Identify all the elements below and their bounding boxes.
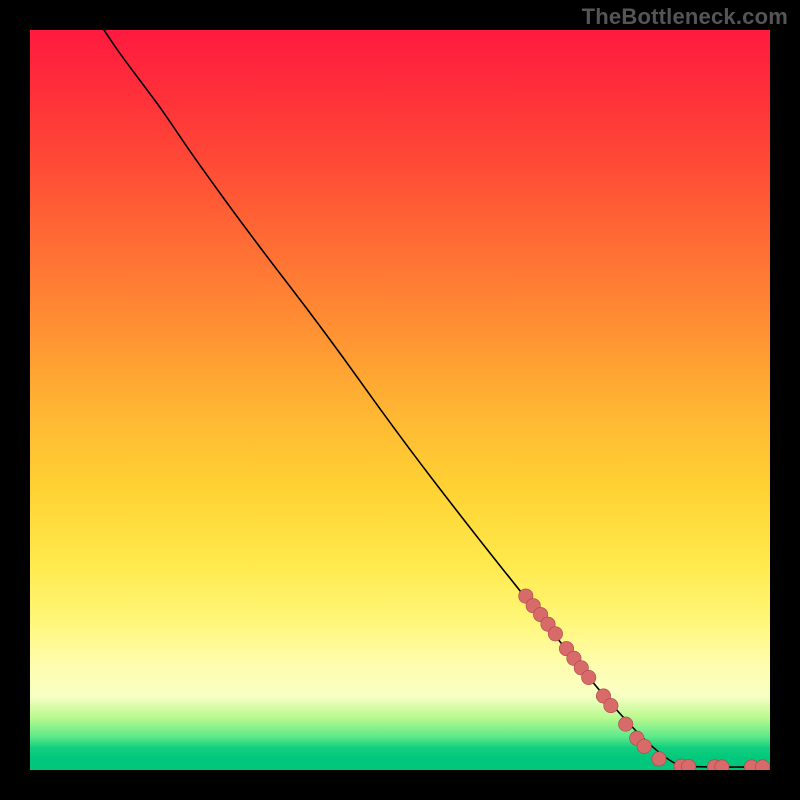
watermark-text: TheBottleneck.com — [582, 4, 788, 30]
highlight-dot — [604, 698, 618, 712]
highlight-dot — [755, 760, 769, 770]
chart-frame: TheBottleneck.com — [0, 0, 800, 800]
bottleneck-curve — [104, 30, 770, 767]
highlight-dot — [582, 670, 596, 684]
chart-overlay — [30, 30, 770, 770]
highlight-dot — [637, 739, 651, 753]
highlight-dot — [652, 752, 666, 766]
highlight-dot — [548, 627, 562, 641]
plot-area — [30, 30, 770, 770]
highlight-dot — [619, 717, 633, 731]
highlight-dots — [519, 589, 770, 770]
